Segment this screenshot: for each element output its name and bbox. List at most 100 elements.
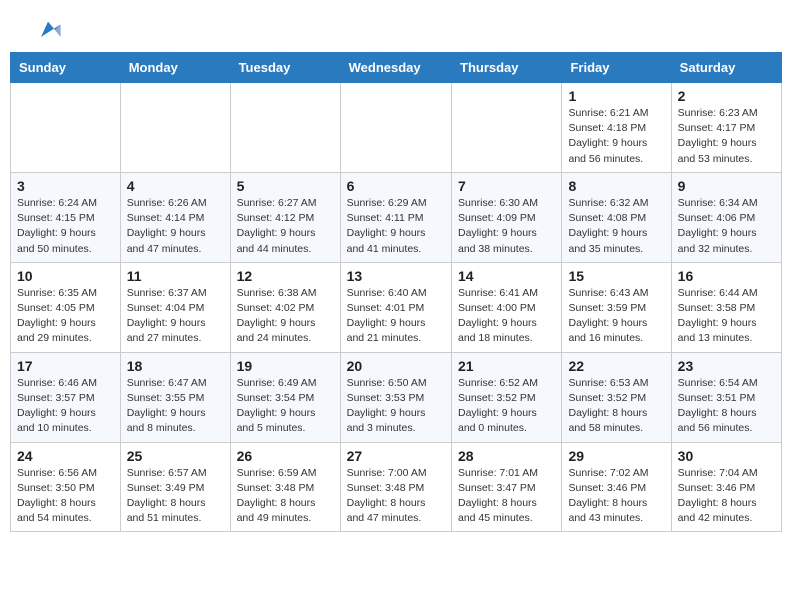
calendar-cell: 28 Sunrise: 7:01 AM Sunset: 3:47 PM Dayli… <box>452 442 562 532</box>
day-number: 18 <box>127 358 224 374</box>
day-info: Sunrise: 6:52 AM Sunset: 3:52 PM Dayligh… <box>458 376 555 437</box>
calendar-cell: 23 Sunrise: 6:54 AM Sunset: 3:51 PM Dayli… <box>671 352 781 442</box>
calendar-cell: 4 Sunrise: 6:26 AM Sunset: 4:14 PM Daylig… <box>120 172 230 262</box>
calendar-week-row: 3 Sunrise: 6:24 AM Sunset: 4:15 PM Daylig… <box>11 172 782 262</box>
day-number: 3 <box>17 178 114 194</box>
calendar-header-saturday: Saturday <box>671 53 781 83</box>
day-info: Sunrise: 6:57 AM Sunset: 3:49 PM Dayligh… <box>127 466 224 527</box>
day-info: Sunrise: 6:49 AM Sunset: 3:54 PM Dayligh… <box>237 376 334 437</box>
day-number: 24 <box>17 448 114 464</box>
day-info: Sunrise: 6:35 AM Sunset: 4:05 PM Dayligh… <box>17 286 114 347</box>
day-info: Sunrise: 6:24 AM Sunset: 4:15 PM Dayligh… <box>17 196 114 257</box>
calendar-cell: 14Sunrise: 6:41 AM Sunset: 4:00 PM Dayli… <box>452 262 562 352</box>
day-number: 4 <box>127 178 224 194</box>
day-number: 26 <box>237 448 334 464</box>
day-number: 19 <box>237 358 334 374</box>
day-info: Sunrise: 6:47 AM Sunset: 3:55 PM Dayligh… <box>127 376 224 437</box>
day-number: 16 <box>678 268 775 284</box>
calendar-cell <box>452 83 562 173</box>
day-info: Sunrise: 7:01 AM Sunset: 3:47 PM Dayligh… <box>458 466 555 527</box>
calendar-header-sunday: Sunday <box>11 53 121 83</box>
day-info: Sunrise: 6:59 AM Sunset: 3:48 PM Dayligh… <box>237 466 334 527</box>
day-number: 17 <box>17 358 114 374</box>
calendar-week-row: 1 Sunrise: 6:21 AM Sunset: 4:18 PM Daylig… <box>11 83 782 173</box>
day-info: Sunrise: 6:32 AM Sunset: 4:08 PM Dayligh… <box>568 196 664 257</box>
day-number: 13 <box>347 268 445 284</box>
day-number: 2 <box>678 88 775 104</box>
calendar-header-monday: Monday <box>120 53 230 83</box>
day-number: 15 <box>568 268 664 284</box>
day-info: Sunrise: 6:50 AM Sunset: 3:53 PM Dayligh… <box>347 376 445 437</box>
day-number: 12 <box>237 268 334 284</box>
day-info: Sunrise: 6:54 AM Sunset: 3:51 PM Dayligh… <box>678 376 775 437</box>
calendar-cell: 2 Sunrise: 6:23 AM Sunset: 4:17 PM Daylig… <box>671 83 781 173</box>
day-info: Sunrise: 6:53 AM Sunset: 3:52 PM Dayligh… <box>568 376 664 437</box>
day-info: Sunrise: 6:21 AM Sunset: 4:18 PM Dayligh… <box>568 106 664 167</box>
day-number: 25 <box>127 448 224 464</box>
calendar-cell: 21 Sunrise: 6:52 AM Sunset: 3:52 PM Dayli… <box>452 352 562 442</box>
calendar-cell: 24 Sunrise: 6:56 AM Sunset: 3:50 PM Dayli… <box>11 442 121 532</box>
calendar-cell <box>230 83 340 173</box>
calendar-cell: 1 Sunrise: 6:21 AM Sunset: 4:18 PM Daylig… <box>562 83 671 173</box>
calendar-cell: 10 Sunrise: 6:35 AM Sunset: 4:05 PM Dayli… <box>11 262 121 352</box>
day-number: 29 <box>568 448 664 464</box>
calendar-header-row: SundayMondayTuesdayWednesdayThursdayFrid… <box>11 53 782 83</box>
day-info: Sunrise: 6:37 AM Sunset: 4:04 PM Dayligh… <box>127 286 224 347</box>
calendar-cell: 12 Sunrise: 6:38 AM Sunset: 4:02 PM Dayli… <box>230 262 340 352</box>
calendar-cell: 19 Sunrise: 6:49 AM Sunset: 3:54 PM Dayli… <box>230 352 340 442</box>
day-info: Sunrise: 7:02 AM Sunset: 3:46 PM Dayligh… <box>568 466 664 527</box>
calendar: SundayMondayTuesdayWednesdayThursdayFrid… <box>10 52 782 532</box>
day-number: 20 <box>347 358 445 374</box>
calendar-cell: 15 Sunrise: 6:43 AM Sunset: 3:59 PM Dayli… <box>562 262 671 352</box>
day-number: 8 <box>568 178 664 194</box>
day-info: Sunrise: 7:04 AM Sunset: 3:46 PM Dayligh… <box>678 466 775 527</box>
day-info: Sunrise: 6:27 AM Sunset: 4:12 PM Dayligh… <box>237 196 334 257</box>
calendar-cell: 6 Sunrise: 6:29 AM Sunset: 4:11 PM Daylig… <box>340 172 451 262</box>
calendar-cell: 20 Sunrise: 6:50 AM Sunset: 3:53 PM Dayli… <box>340 352 451 442</box>
day-info: Sunrise: 6:30 AM Sunset: 4:09 PM Dayligh… <box>458 196 555 257</box>
day-info: Sunrise: 7:00 AM Sunset: 3:48 PM Dayligh… <box>347 466 445 527</box>
calendar-cell <box>120 83 230 173</box>
calendar-cell: 18 Sunrise: 6:47 AM Sunset: 3:55 PM Dayli… <box>120 352 230 442</box>
day-info: Sunrise: 6:29 AM Sunset: 4:11 PM Dayligh… <box>347 196 445 257</box>
day-info: Sunrise: 6:38 AM Sunset: 4:02 PM Dayligh… <box>237 286 334 347</box>
calendar-header-friday: Friday <box>562 53 671 83</box>
calendar-cell: 30 Sunrise: 7:04 AM Sunset: 3:46 PM Dayli… <box>671 442 781 532</box>
logo-icon <box>34 16 62 44</box>
day-number: 1 <box>568 88 664 104</box>
calendar-cell: 17Sunrise: 6:46 AM Sunset: 3:57 PM Dayli… <box>11 352 121 442</box>
day-info: Sunrise: 6:26 AM Sunset: 4:14 PM Dayligh… <box>127 196 224 257</box>
day-number: 11 <box>127 268 224 284</box>
day-info: Sunrise: 6:41 AM Sunset: 4:00 PM Dayligh… <box>458 286 555 347</box>
calendar-cell: 5Sunrise: 6:27 AM Sunset: 4:12 PM Daylig… <box>230 172 340 262</box>
day-number: 7 <box>458 178 555 194</box>
calendar-cell: 7 Sunrise: 6:30 AM Sunset: 4:09 PM Daylig… <box>452 172 562 262</box>
calendar-cell: 16 Sunrise: 6:44 AM Sunset: 3:58 PM Dayli… <box>671 262 781 352</box>
day-number: 30 <box>678 448 775 464</box>
day-number: 23 <box>678 358 775 374</box>
calendar-header-tuesday: Tuesday <box>230 53 340 83</box>
day-info: Sunrise: 6:34 AM Sunset: 4:06 PM Dayligh… <box>678 196 775 257</box>
calendar-cell <box>11 83 121 173</box>
calendar-cell: 11 Sunrise: 6:37 AM Sunset: 4:04 PM Dayli… <box>120 262 230 352</box>
day-number: 10 <box>17 268 114 284</box>
day-info: Sunrise: 6:44 AM Sunset: 3:58 PM Dayligh… <box>678 286 775 347</box>
calendar-cell: 9Sunrise: 6:34 AM Sunset: 4:06 PM Daylig… <box>671 172 781 262</box>
calendar-cell: 29 Sunrise: 7:02 AM Sunset: 3:46 PM Dayli… <box>562 442 671 532</box>
day-number: 6 <box>347 178 445 194</box>
calendar-cell: 3 Sunrise: 6:24 AM Sunset: 4:15 PM Daylig… <box>11 172 121 262</box>
calendar-header-wednesday: Wednesday <box>340 53 451 83</box>
logo <box>30 16 62 44</box>
calendar-cell: 22Sunrise: 6:53 AM Sunset: 3:52 PM Dayli… <box>562 352 671 442</box>
day-number: 21 <box>458 358 555 374</box>
calendar-cell <box>340 83 451 173</box>
day-number: 28 <box>458 448 555 464</box>
day-info: Sunrise: 6:56 AM Sunset: 3:50 PM Dayligh… <box>17 466 114 527</box>
day-info: Sunrise: 6:23 AM Sunset: 4:17 PM Dayligh… <box>678 106 775 167</box>
day-info: Sunrise: 6:43 AM Sunset: 3:59 PM Dayligh… <box>568 286 664 347</box>
calendar-cell: 27 Sunrise: 7:00 AM Sunset: 3:48 PM Dayli… <box>340 442 451 532</box>
calendar-header-thursday: Thursday <box>452 53 562 83</box>
day-info: Sunrise: 6:40 AM Sunset: 4:01 PM Dayligh… <box>347 286 445 347</box>
calendar-week-row: 17Sunrise: 6:46 AM Sunset: 3:57 PM Dayli… <box>11 352 782 442</box>
day-number: 27 <box>347 448 445 464</box>
